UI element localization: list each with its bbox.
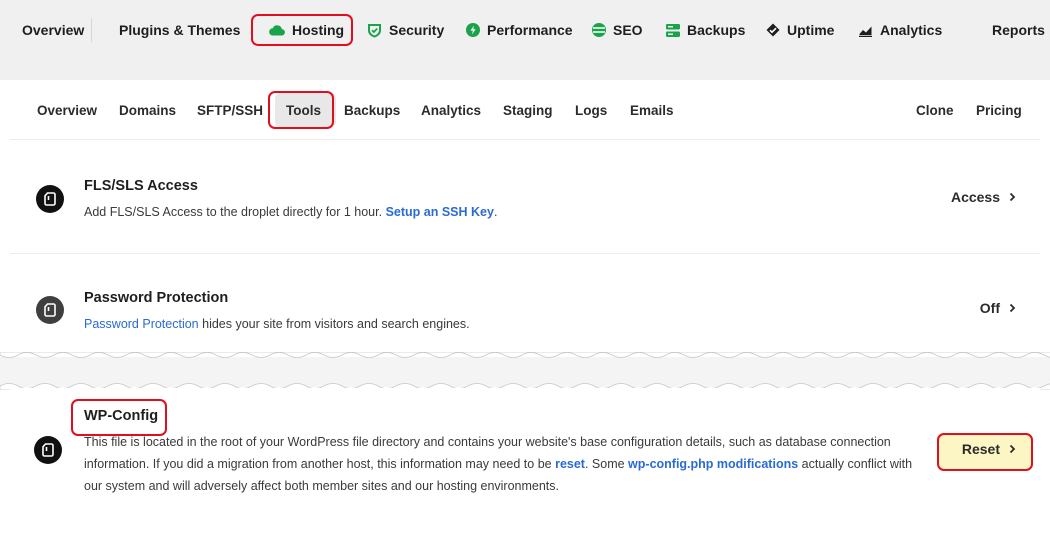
sub-nav-logs[interactable]: Logs	[575, 80, 607, 140]
top-nav-hosting[interactable]: Hosting	[268, 0, 344, 60]
sub-nav-clone[interactable]: Clone	[916, 80, 954, 140]
globe-icon	[592, 23, 606, 37]
sub-nav-backups[interactable]: Backups	[344, 80, 400, 140]
backups-icon	[666, 23, 680, 37]
sub-nav-overview[interactable]: Overview	[37, 80, 97, 140]
sub-nav-analytics[interactable]: Analytics	[421, 80, 481, 140]
top-nav-analytics[interactable]: Analytics	[858, 0, 942, 60]
access-button[interactable]: Access	[951, 189, 1016, 205]
torn-edge-top	[0, 352, 1050, 358]
file-icon	[36, 185, 64, 213]
tools-highlight	[268, 91, 334, 129]
shield-icon	[367, 23, 382, 38]
sub-nav-sftp-ssh[interactable]: SFTP/SSH	[197, 80, 263, 140]
top-nav-performance[interactable]: Performance	[466, 0, 573, 60]
uptime-icon	[766, 23, 780, 37]
tool-title: FLS/SLS Access	[84, 178, 198, 194]
tool-description: Password Protection hides your site from…	[84, 317, 470, 331]
top-nav-reports[interactable]: Reports	[992, 0, 1045, 60]
setup-ssh-key-link[interactable]: Setup an SSH Key	[386, 205, 494, 219]
top-nav-overview[interactable]: Overview	[22, 0, 84, 60]
wp-config-title-highlight	[71, 399, 167, 436]
tool-description: Add FLS/SLS Access to the droplet direct…	[84, 205, 498, 219]
top-nav-backups[interactable]: Backups	[666, 0, 745, 60]
top-nav-plugins-themes[interactable]: Plugins & Themes	[119, 0, 240, 60]
cloud-icon	[268, 24, 285, 36]
reset-button[interactable]: Reset	[962, 441, 1016, 457]
top-nav-uptime[interactable]: Uptime	[766, 0, 834, 60]
sub-nav-pricing[interactable]: Pricing	[976, 80, 1022, 140]
tool-title: Password Protection	[84, 290, 229, 306]
off-button[interactable]: Off	[980, 300, 1016, 316]
top-nav-seo[interactable]: SEO	[592, 0, 643, 60]
sub-nav-emails[interactable]: Emails	[630, 80, 674, 140]
top-nav-security[interactable]: Security	[367, 0, 444, 60]
sub-nav-domains[interactable]: Domains	[119, 80, 176, 140]
reset-action-holder: Reset	[10, 439, 1040, 463]
chevron-right-icon	[1009, 192, 1016, 202]
top-nav-divider	[91, 18, 92, 42]
password-protection-link[interactable]: Password Protection	[84, 317, 199, 331]
sub-nav-staging[interactable]: Staging	[503, 80, 553, 140]
chevron-right-icon	[1009, 444, 1016, 454]
file-icon	[36, 296, 64, 324]
top-nav: Overview Plugins & Themes Hosting Securi…	[0, 0, 1050, 80]
chevron-right-icon	[1009, 303, 1016, 313]
tool-row-password-protection: Password Protection Password Protection …	[10, 254, 1040, 357]
tool-row-fls-sls-access: FLS/SLS Access Add FLS/SLS Access to the…	[10, 141, 1040, 253]
chart-icon	[858, 24, 873, 37]
bolt-icon	[466, 23, 480, 37]
hosting-sub-nav: Overview Domains SFTP/SSH Tools Backups …	[10, 80, 1040, 140]
